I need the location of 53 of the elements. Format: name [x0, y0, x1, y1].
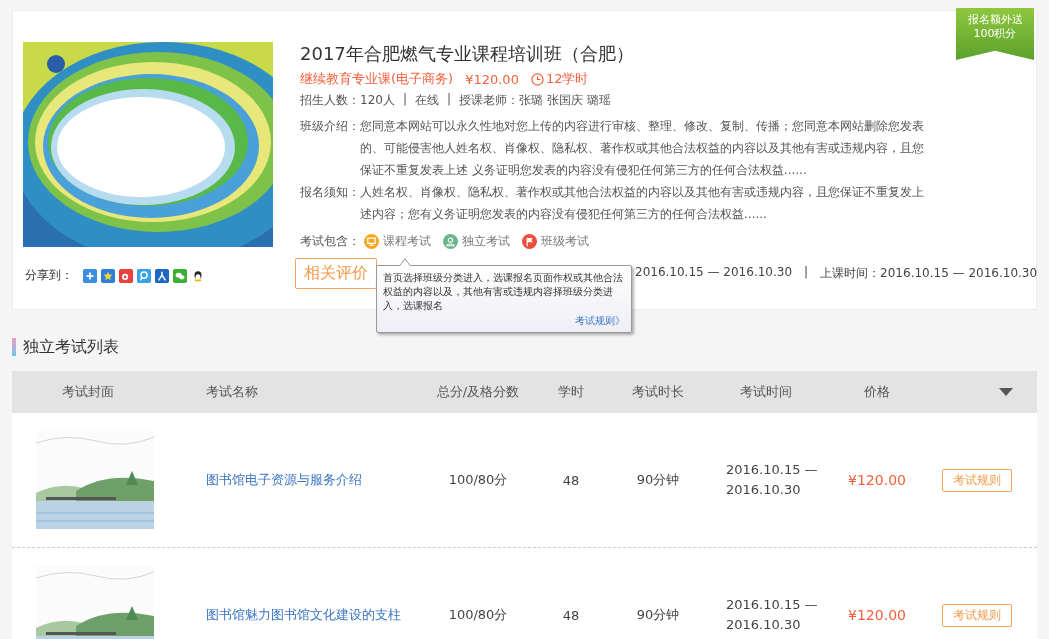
meta-text: |	[402, 92, 407, 108]
table-cell-text: 100/80分	[447, 471, 509, 489]
exam-type: 独立考试	[462, 233, 510, 250]
section-marker	[12, 338, 16, 356]
tooltip-text: 首页选择班级分类进入，选课报名页面作权或其他合法权益的内容以及，其他有害或违规内容择班级分类进入，选课报名	[383, 271, 624, 313]
column-header: 考试时长	[631, 383, 685, 401]
exam-type: 课程考试	[383, 233, 431, 250]
price-cell-text: ¥120.00	[847, 472, 907, 488]
meta-text: 招生人数：120人	[300, 92, 395, 109]
star-icon[interactable]	[101, 268, 115, 283]
table-cell-text: 90分钟	[635, 471, 681, 489]
meta-text: 授课老师：张璐 张国庆 璐瑶	[459, 92, 611, 109]
clock-icon	[530, 72, 544, 86]
table-cell-text: 48	[561, 472, 581, 488]
exam-rules-button[interactable]: 考试规则	[942, 603, 1012, 627]
monitor-icon	[364, 234, 379, 249]
schedule-text: 2016.10.15 — 2016.10.30	[635, 265, 793, 281]
course-category: 继续教育专业课(电子商务)	[300, 70, 454, 88]
table-cell-text: 48	[561, 607, 581, 623]
flag-icon	[522, 234, 537, 249]
column-header: 考试封面	[61, 383, 115, 401]
exam-rules-button[interactable]: 考试规则	[942, 468, 1012, 492]
notice-label: 报名须知：	[300, 184, 360, 201]
schedule-text: 上课时间：2016.10.15 — 2016.10.30	[820, 265, 1038, 282]
exam-name-link[interactable]: 图书馆魅力图书馆文化建设的支柱	[164, 606, 420, 624]
course-price: ¥120.00	[465, 71, 519, 87]
plus-icon[interactable]	[83, 268, 97, 283]
column-header: 价格	[863, 383, 891, 401]
course-title: 2017年合肥燃气专业课程培训班（合肥）	[300, 42, 635, 66]
column-header: 学时	[557, 383, 585, 401]
share-label: 分享到：	[25, 267, 73, 284]
table-cell-text: 100/80分	[447, 606, 509, 624]
column-header: 考试名称	[205, 383, 259, 401]
rules-link[interactable]: 考试规则》	[383, 314, 625, 328]
exam-name-link[interactable]: 图书馆电子资源与服务介绍	[164, 471, 420, 489]
exam-type: 班级考试	[541, 233, 589, 250]
schedule-text: |	[804, 265, 809, 281]
column-header: 总分/及格分数	[435, 383, 521, 401]
exams-label: 考试包含：	[300, 233, 360, 250]
notice-text: 人姓名权、肖像权、隐私权、著作权或其他合法权益的内容以及其他有害或违规内容，且您保证不重复发上述内容；您有义务证明您发表的内容没有侵犯任何第三方的任何合法权益......	[360, 184, 925, 223]
meta-text: 在线	[414, 92, 439, 109]
meta-text: |	[446, 92, 451, 108]
course-hours: 12学时	[545, 70, 589, 88]
table-cell-text: 90分钟	[635, 606, 681, 624]
bonus-ribbon: 报名额外送 100积分	[956, 8, 1034, 60]
intro-label: 班级介绍：	[300, 118, 360, 135]
intro-text: 您同意本网站可以永久性地对您上传的内容进行审核、整理、修改、复制、传播；您同意本网站删除您发表的、可能侵害他人姓名权、肖像权、隐私权、著作权或其他合法权益的内容以及其他有害或违规内容，且您保证不重复发表上述 义务证明您发表的内容没有侵犯任何第三方的任何合法权益......	[360, 118, 925, 179]
price-cell-text: ¥120.00	[847, 607, 907, 623]
table-cell-text: 2016.10.15 — 2016.10.30	[726, 596, 819, 634]
table-cell-text: 2016.10.15 — 2016.10.30	[726, 461, 819, 499]
caret-icon[interactable]	[999, 388, 1013, 396]
section-title: 独立考试列表	[23, 336, 119, 358]
column-header: 考试时间	[739, 383, 793, 401]
